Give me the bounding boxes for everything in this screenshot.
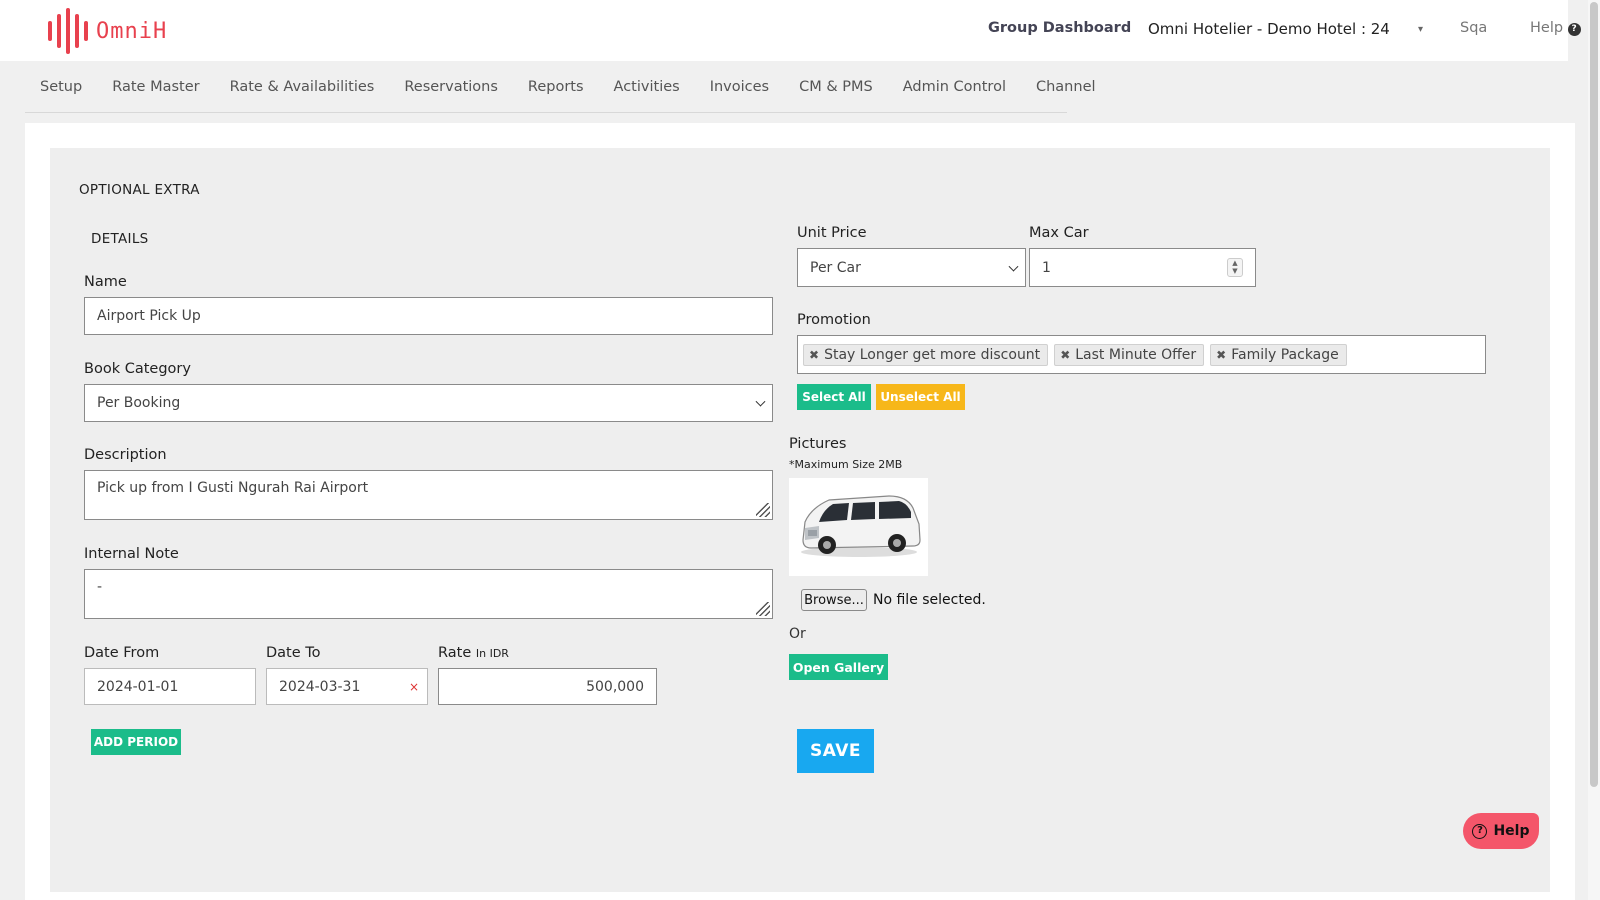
nav-reservations[interactable]: Reservations: [404, 79, 498, 95]
remove-tag-icon[interactable]: ✖: [809, 348, 819, 362]
header-help-link[interactable]: Help ?: [1530, 20, 1581, 36]
date-to-label: Date To: [266, 645, 321, 661]
group-dashboard-link[interactable]: Group Dashboard: [988, 20, 1131, 36]
floating-help-label: Help: [1493, 823, 1530, 839]
promotion-tag[interactable]: ✖ Last Minute Offer: [1054, 343, 1205, 366]
nav-setup[interactable]: Setup: [40, 79, 82, 95]
internal-note-label: Internal Note: [84, 546, 179, 562]
book-category-select[interactable]: Per Booking: [84, 384, 773, 422]
chevron-down-icon: [1008, 261, 1019, 272]
hotel-dropdown-caret-icon[interactable]: ▾: [1418, 24, 1423, 35]
rate-label: Rate In IDR: [438, 645, 509, 661]
promotion-multiselect[interactable]: ✖ Stay Longer get more discount ✖ Last Min…: [797, 335, 1486, 374]
promotion-tag-label: Last Minute Offer: [1075, 346, 1197, 363]
max-car-value: 1: [1042, 259, 1051, 276]
help-circle-icon: ?: [1567, 23, 1581, 36]
max-car-input[interactable]: 1 ▲ ▼: [1029, 248, 1256, 287]
or-text: Or: [789, 626, 806, 642]
floating-help-button[interactable]: ? Help: [1463, 813, 1539, 849]
description-value: Pick up from I Gusti Ngurah Rai Airport: [97, 480, 369, 496]
page-scrollbar[interactable]: [1588, 0, 1600, 900]
description-textarea[interactable]: Pick up from I Gusti Ngurah Rai Airport: [84, 470, 773, 520]
details-title: DETAILS: [91, 231, 149, 247]
name-input[interactable]: Airport Pick Up: [84, 297, 773, 335]
promotion-tag[interactable]: ✖ Stay Longer get more discount: [803, 343, 1049, 366]
no-file-text: No file selected.: [873, 592, 986, 608]
name-label: Name: [84, 274, 127, 290]
rate-unit: In IDR: [475, 647, 509, 660]
unselect-all-button[interactable]: Unselect All: [876, 384, 965, 410]
promotion-tag-label: Family Package: [1231, 346, 1339, 363]
section-title: OPTIONAL EXTRA: [79, 182, 200, 198]
promotion-tag-label: Stay Longer get more discount: [824, 346, 1041, 363]
hotel-selector[interactable]: Omni Hotelier - Demo Hotel : 24: [1148, 20, 1390, 38]
header-help-label: Help: [1530, 20, 1564, 36]
description-label: Description: [84, 447, 167, 463]
nav-rate-master[interactable]: Rate Master: [112, 79, 199, 95]
top-header: OmniH Group Dashboard Omni Hotelier - De…: [0, 0, 1581, 61]
car-thumbnail-image[interactable]: [789, 478, 928, 576]
nav-cm-pms[interactable]: CM & PMS: [799, 79, 873, 95]
van-image-icon: [801, 495, 921, 557]
rate-value: 500,000: [586, 678, 644, 695]
logo-text: OmniH: [96, 18, 168, 44]
resize-grip-icon[interactable]: [756, 602, 770, 616]
date-from-input[interactable]: 2024-01-01: [84, 668, 256, 705]
date-from-label: Date From: [84, 645, 160, 661]
unit-price-label: Unit Price: [797, 225, 867, 241]
number-spinner-icon[interactable]: ▲ ▼: [1227, 258, 1243, 277]
resize-grip-icon[interactable]: [756, 503, 770, 517]
main-nav: Setup Rate Master Rate & Availabilities …: [0, 61, 1568, 113]
chevron-down-icon: [755, 396, 766, 407]
date-to-input[interactable]: 2024-03-31 ×: [266, 668, 428, 705]
user-menu[interactable]: Sqa: [1460, 20, 1487, 36]
nav-rate-availabilities[interactable]: Rate & Availabilities: [230, 79, 375, 95]
unit-price-value: Per Car: [810, 259, 861, 276]
scrollbar-thumb[interactable]: [1590, 2, 1598, 787]
internal-note-textarea[interactable]: -: [84, 569, 773, 619]
date-to-value: 2024-03-31: [279, 678, 361, 695]
help-circle-icon: ?: [1472, 823, 1488, 839]
select-all-button[interactable]: Select All: [797, 384, 871, 410]
nav-invoices[interactable]: Invoices: [710, 79, 769, 95]
promotion-label: Promotion: [797, 312, 871, 328]
max-car-label: Max Car: [1029, 225, 1089, 241]
logo-bars-icon: [48, 8, 88, 54]
nav-reports[interactable]: Reports: [528, 79, 584, 95]
open-gallery-button[interactable]: Open Gallery: [789, 654, 888, 680]
date-from-value: 2024-01-01: [97, 678, 179, 695]
rate-label-text: Rate: [438, 645, 472, 661]
book-category-label: Book Category: [84, 361, 191, 377]
nav-channel[interactable]: Channel: [1036, 79, 1096, 95]
nav-admin-control[interactable]: Admin Control: [903, 79, 1006, 95]
book-category-value: Per Booking: [97, 395, 181, 411]
browse-file-button[interactable]: Browse...: [801, 589, 867, 611]
rate-input[interactable]: 500,000: [438, 668, 657, 705]
clear-date-icon[interactable]: ×: [409, 680, 419, 694]
save-button[interactable]: SAVE: [797, 729, 874, 773]
unit-price-select[interactable]: Per Car: [797, 248, 1026, 287]
promotion-tag[interactable]: ✖ Family Package: [1210, 343, 1347, 366]
remove-tag-icon[interactable]: ✖: [1216, 348, 1226, 362]
main-nav-bar: Setup Rate Master Rate & Availabilities …: [25, 61, 1096, 113]
pictures-label: Pictures: [789, 436, 847, 452]
name-value: Airport Pick Up: [97, 308, 201, 324]
max-size-note: *Maximum Size 2MB: [789, 458, 903, 471]
add-period-button[interactable]: ADD PERIOD: [91, 729, 181, 755]
internal-note-value: -: [97, 579, 103, 595]
remove-tag-icon[interactable]: ✖: [1060, 348, 1070, 362]
omnih-logo[interactable]: OmniH: [48, 8, 167, 54]
nav-activities[interactable]: Activities: [614, 79, 680, 95]
